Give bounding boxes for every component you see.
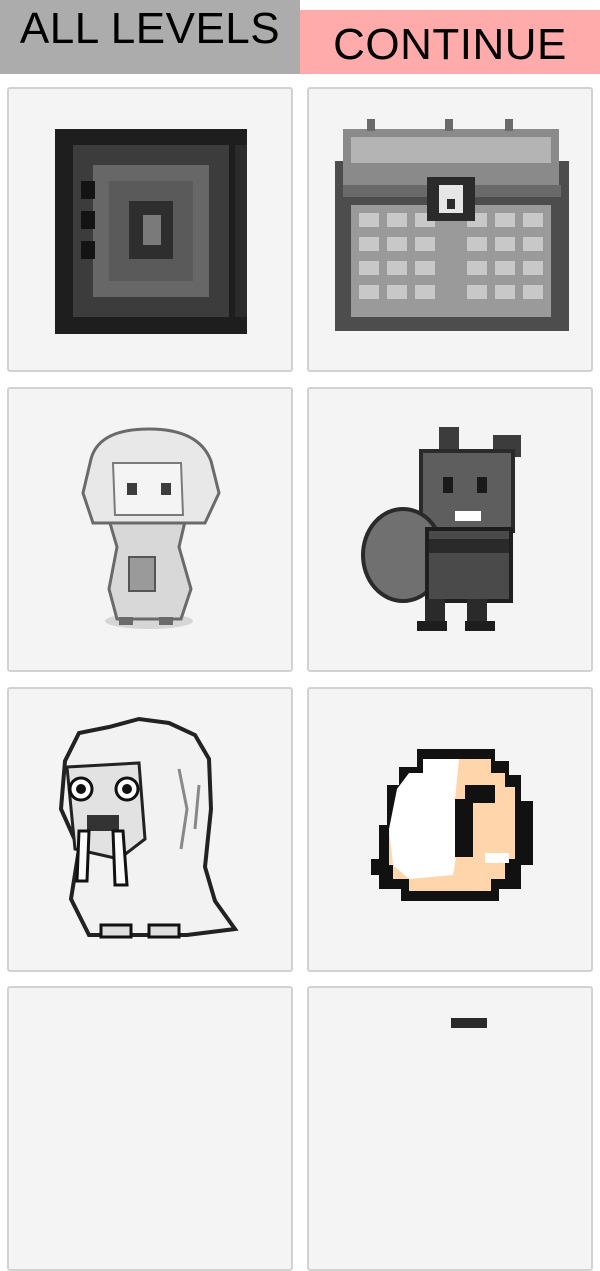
level-icon [451,1018,487,1028]
level-card-4[interactable] [307,387,593,672]
level-card-6[interactable] [307,687,593,972]
level-card-1[interactable] [7,87,293,372]
all-levels-tab[interactable]: ALL LEVELS [0,0,300,74]
safe-icon [55,129,247,334]
level-card-3[interactable] [7,387,293,672]
continue-label: CONTINUE [333,20,567,69]
level-card-8[interactable] [307,986,593,1271]
egg-creature-icon [371,749,533,901]
level-card-2[interactable] [307,87,593,372]
all-levels-label: ALL LEVELS [19,4,281,53]
treasure-chest-icon [335,119,569,331]
hooded-girl-icon [81,427,221,629]
level-select-header: ALL LEVELS CONTINUE [0,0,600,74]
level-icon [9,988,293,1271]
level-card-7[interactable] [7,986,293,1271]
squirrel-thief-icon [361,427,521,631]
continue-button[interactable]: CONTINUE [300,10,600,74]
level-card-5[interactable] [7,687,293,972]
walrus-yeti-icon [58,716,239,939]
